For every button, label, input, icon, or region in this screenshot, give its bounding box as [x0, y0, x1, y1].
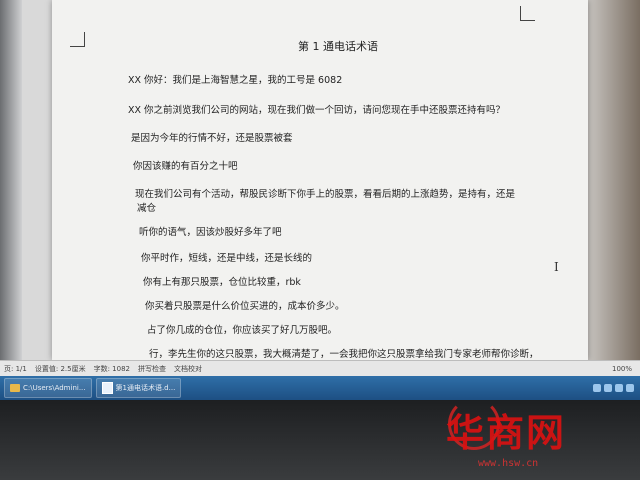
doc-line: 你买着只股票是什么价位买进的，成本价多少。 — [145, 301, 345, 312]
doc-compare-button[interactable]: 文档校对 — [174, 364, 202, 374]
system-tray — [593, 384, 640, 392]
doc-line: 占了你几成的仓位，你应该买了好几万股吧。 — [147, 325, 338, 336]
spellcheck-button[interactable]: 拼写检查 — [138, 364, 166, 374]
monitor-bezel-right — [580, 0, 640, 400]
doc-line: 行，李先生你的这只股票，我大概清楚了，一会我把你这只股票拿给我门专家老师帮你诊断… — [149, 349, 539, 360]
word-count[interactable]: 字数: 1082 — [94, 364, 130, 374]
notification-icon[interactable] — [626, 384, 634, 392]
folder-icon — [10, 384, 20, 392]
document-title: 第 1 通电话术语 — [298, 40, 378, 53]
text-cursor-icon: I — [554, 260, 559, 274]
taskbar-explorer-label: C:\Users\Admini... — [23, 384, 86, 392]
document-icon — [101, 382, 113, 394]
doc-line: 现在我们公司有个活动，帮股民诊断下你手上的股票，看看后期的上涨趋势，是持有，还是 — [135, 189, 516, 200]
volume-icon[interactable] — [615, 384, 623, 392]
taskbar-document-button[interactable]: 第1通电话术语.d... — [95, 378, 182, 398]
doc-line: XX 你好：我们是上海智慧之星，我的工号是 6082 — [128, 75, 343, 86]
taskbar-explorer-button[interactable]: C:\Users\Admini... — [4, 378, 92, 398]
ime-icon[interactable] — [593, 384, 601, 392]
doc-line: 你平时作，短线，还是中线，还是长线的 — [141, 253, 313, 264]
margin-corner-top-right — [520, 6, 535, 21]
status-bar: 页: 1/1 设置值: 2.5厘米 字数: 1082 拼写检查 文档校对 100… — [0, 360, 640, 376]
page-indicator[interactable]: 页: 1/1 — [4, 364, 27, 374]
margin-corner-top-left — [70, 32, 85, 47]
doc-line: XX 你之前浏览我们公司的网站，现在我们做一个回访，请问您现在手中还股票还持有吗… — [128, 105, 506, 116]
zoom-level[interactable]: 100% — [612, 365, 640, 373]
network-icon[interactable] — [604, 384, 612, 392]
doc-line: 听你的语气，因该炒股好多年了吧 — [139, 227, 282, 238]
taskbar: C:\Users\Admini... 第1通电话术语.d... — [0, 376, 640, 400]
doc-line: 减仓 — [137, 203, 157, 214]
settings-value[interactable]: 设置值: 2.5厘米 — [35, 364, 86, 374]
doc-line: 是因为今年的行情不好，还是股票被套 — [131, 133, 293, 144]
doc-line: 你有上有那只股票，仓位比较重，rbk — [143, 277, 301, 288]
taskbar-document-label: 第1通电话术语.d... — [115, 384, 176, 392]
doc-line: 你因该赚的有百分之十吧 — [133, 161, 238, 172]
watermark-logo-text: 华商网 — [446, 410, 567, 455]
watermark-url: www.hsw.cn — [478, 458, 539, 469]
